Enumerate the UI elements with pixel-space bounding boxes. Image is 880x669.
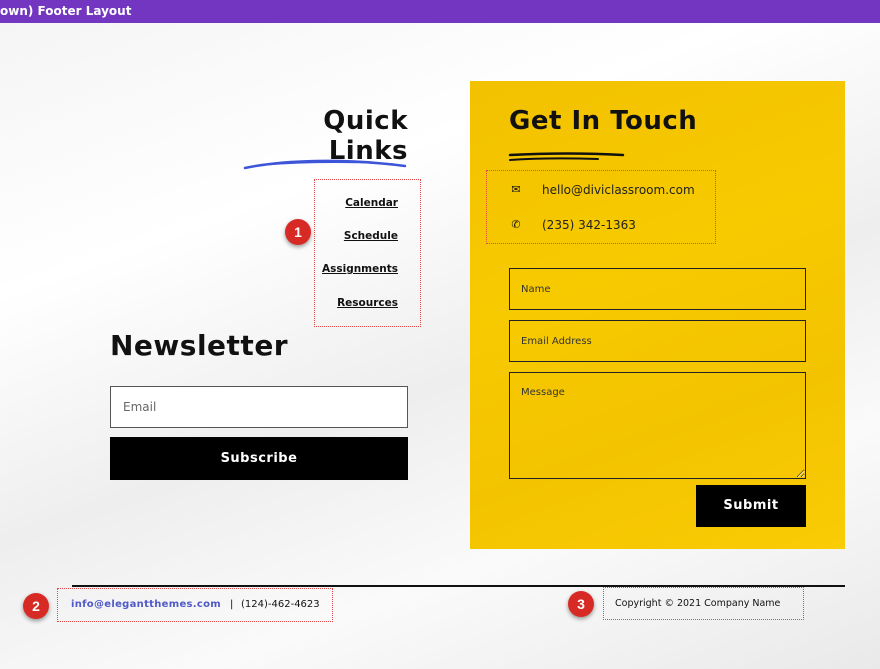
footer-separator: |: [230, 599, 234, 610]
top-title-bar: own) Footer Layout: [0, 0, 880, 23]
quick-link-assignments[interactable]: Assignments: [322, 263, 398, 275]
window-title: own) Footer Layout: [0, 4, 132, 18]
subscribe-button[interactable]: Subscribe: [110, 437, 408, 480]
quick-link-resources[interactable]: Resources: [337, 297, 398, 309]
get-in-touch-heading: Get In Touch: [509, 106, 698, 136]
quick-links-underline: [243, 159, 407, 170]
footer-phone: (124)-462-4623: [241, 599, 320, 610]
name-field[interactable]: [509, 268, 806, 310]
quick-links-list: Calendar Schedule Assignments Resources: [314, 179, 421, 327]
email-address-field[interactable]: [509, 320, 806, 362]
phone-icon: ✆: [511, 218, 521, 231]
footer-contact-box: info@elegantthemes.com | (124)-462-4623: [57, 588, 333, 622]
get-in-touch-underline: [508, 152, 625, 161]
contact-info-box: [486, 170, 716, 244]
annotation-badge-2: 2: [23, 593, 49, 619]
copyright-box: Copyright © 2021 Company Name: [603, 587, 804, 620]
contact-phone[interactable]: (235) 342-1363: [542, 218, 636, 232]
annotation-badge-1: 1: [285, 219, 311, 245]
contact-email[interactable]: hello@diviclassroom.com: [542, 183, 695, 197]
envelope-icon: ✉: [511, 183, 521, 196]
quick-link-schedule[interactable]: Schedule: [344, 230, 398, 242]
submit-button[interactable]: Submit: [696, 485, 806, 527]
copyright-text: Copyright © 2021 Company Name: [615, 598, 781, 609]
newsletter-heading: Newsletter: [110, 329, 289, 362]
annotation-badge-3: 3: [568, 591, 594, 617]
footer-email-link[interactable]: info@elegantthemes.com: [71, 599, 221, 610]
quick-link-calendar[interactable]: Calendar: [345, 197, 398, 209]
message-field[interactable]: [509, 372, 806, 479]
newsletter-email-input[interactable]: [110, 386, 408, 428]
